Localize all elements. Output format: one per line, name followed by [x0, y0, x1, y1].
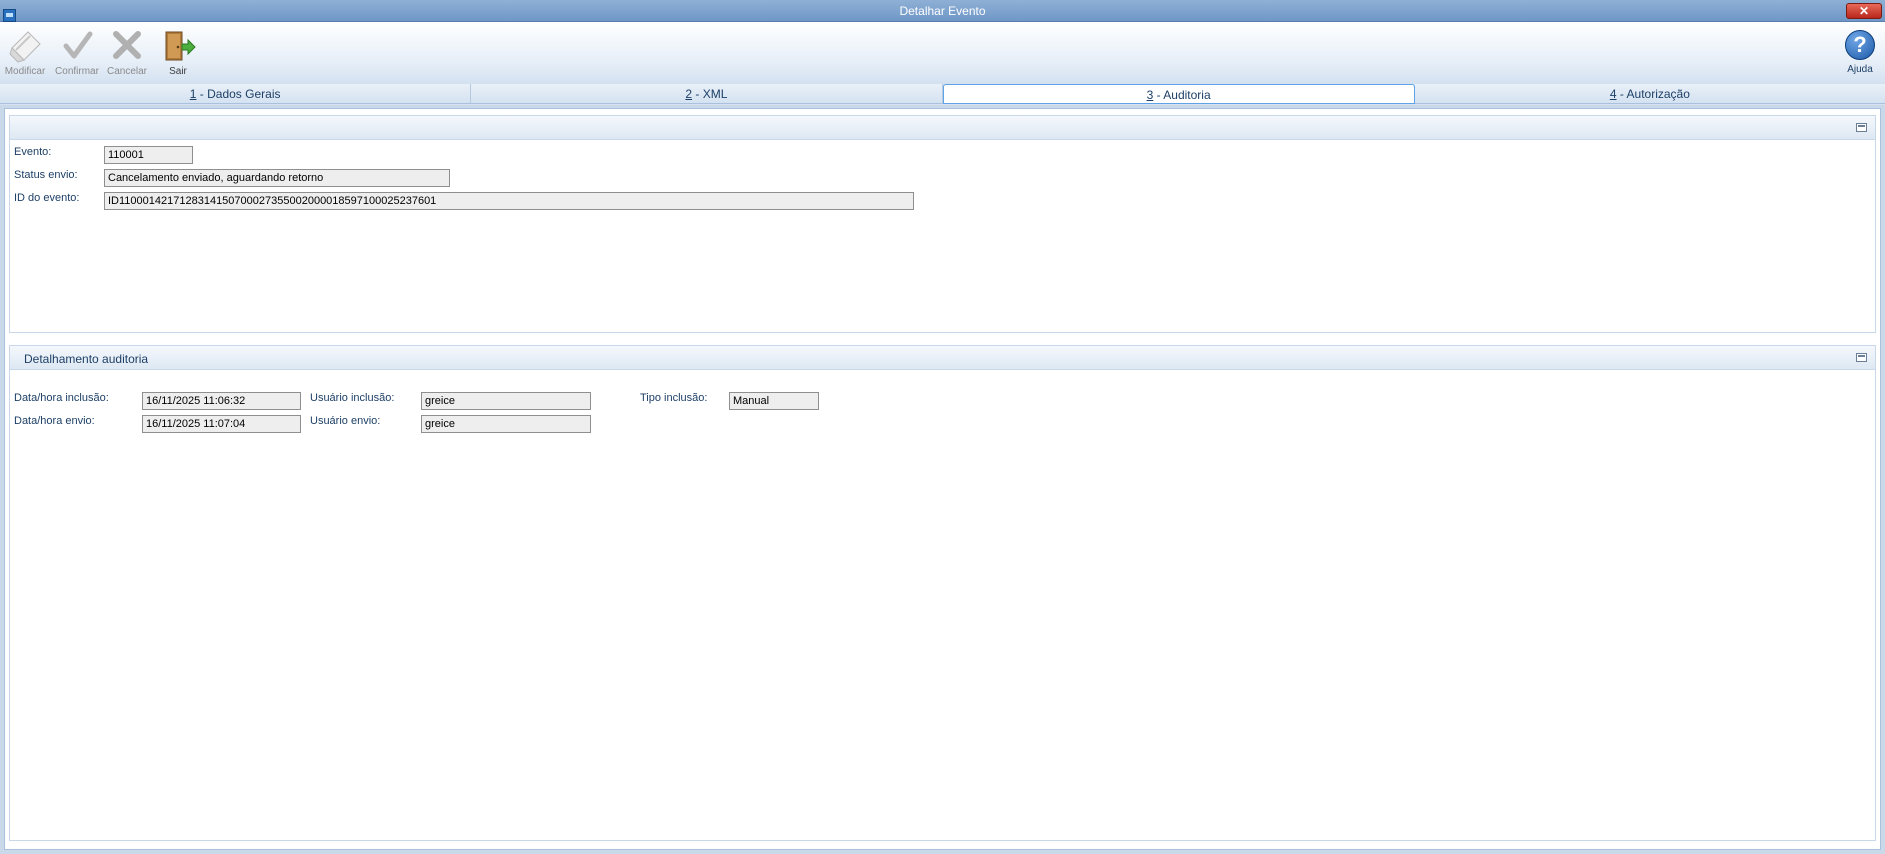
data-hora-envio-field[interactable]: 16/11/2025 11:07:04 — [142, 415, 301, 433]
tab-bar: 1 - Dados Gerais 2 - XML 3 - Auditoria 4… — [0, 84, 1885, 105]
tab-label: - Auditoria — [1153, 88, 1211, 102]
tab-key: 4 — [1609, 87, 1617, 101]
help-button[interactable]: ? Ajuda — [1845, 30, 1875, 75]
usuario-inclusao-field[interactable]: greice — [421, 392, 591, 410]
modify-label: Modificar — [4, 66, 46, 77]
cancel-label: Cancelar — [106, 66, 148, 77]
collapse-panel-icon[interactable] — [1856, 353, 1867, 362]
tab-label: - Dados Gerais — [196, 87, 281, 101]
audit-panel-header: Detalhamento auditoria — [10, 346, 1875, 370]
tab-label: - XML — [692, 87, 728, 101]
audit-detail-panel: Detalhamento auditoria Data/hora inclusã… — [9, 345, 1876, 841]
tipo-inclusao-field[interactable]: Manual — [729, 392, 819, 410]
status-envio-field[interactable]: Cancelamento enviado, aguardando retorno — [104, 169, 450, 187]
tab-content-auditoria: Evento: 110001 Status envio: Cancelament… — [4, 108, 1881, 850]
tab-autorizacao[interactable]: 4 - Autorização — [1414, 84, 1885, 104]
cancel-x-icon — [113, 31, 141, 59]
data-hora-inclusao-label: Data/hora inclusão: — [14, 392, 109, 404]
checkmark-icon — [63, 31, 93, 59]
usuario-envio-field[interactable]: greice — [421, 415, 591, 433]
help-question-icon: ? — [1845, 30, 1875, 60]
confirm-label: Confirmar — [55, 66, 99, 77]
tab-dados-gerais[interactable]: 1 - Dados Gerais — [0, 84, 472, 104]
modify-button[interactable]: Modificar — [4, 26, 46, 77]
title-bar: Detalhar Evento ✕ — [0, 0, 1885, 22]
window-title: Detalhar Evento — [899, 4, 986, 18]
exit-button[interactable]: Sair — [158, 26, 198, 77]
data-hora-inclusao-field[interactable]: 16/11/2025 11:06:32 — [142, 392, 301, 410]
usuario-envio-label: Usuário envio: — [310, 415, 381, 427]
exit-label: Sair — [169, 66, 187, 77]
data-hora-envio-label: Data/hora envio: — [14, 415, 95, 427]
event-panel: Evento: 110001 Status envio: Cancelament… — [9, 115, 1876, 333]
close-window-button[interactable]: ✕ — [1846, 3, 1882, 19]
evento-label: Evento: — [14, 146, 52, 158]
status-envio-label: Status envio: — [14, 169, 78, 181]
modify-icon — [9, 31, 41, 63]
collapse-panel-icon[interactable] — [1856, 123, 1867, 132]
id-evento-label: ID do evento: — [14, 192, 80, 204]
usuario-inclusao-label: Usuário inclusão: — [310, 392, 395, 404]
tipo-inclusao-label: Tipo inclusão: — [640, 392, 708, 404]
confirm-button[interactable]: Confirmar — [54, 26, 100, 77]
evento-field[interactable]: 110001 — [104, 146, 193, 164]
toolbar: Modificar Confirmar Cancelar Sair ? Ajud… — [0, 22, 1885, 84]
tab-xml[interactable]: 2 - XML — [471, 84, 943, 104]
id-evento-field[interactable]: ID11000142171283141507000273550020000185… — [104, 192, 914, 210]
tab-auditoria[interactable]: 3 - Auditoria — [942, 84, 1415, 104]
help-label: Ajuda — [1847, 64, 1873, 75]
tab-label: - Autorização — [1616, 87, 1690, 101]
exit-door-icon — [165, 31, 196, 61]
event-panel-header — [10, 116, 1875, 140]
cancel-button[interactable]: Cancelar — [106, 26, 148, 77]
audit-panel-title: Detalhamento auditoria — [24, 352, 149, 366]
